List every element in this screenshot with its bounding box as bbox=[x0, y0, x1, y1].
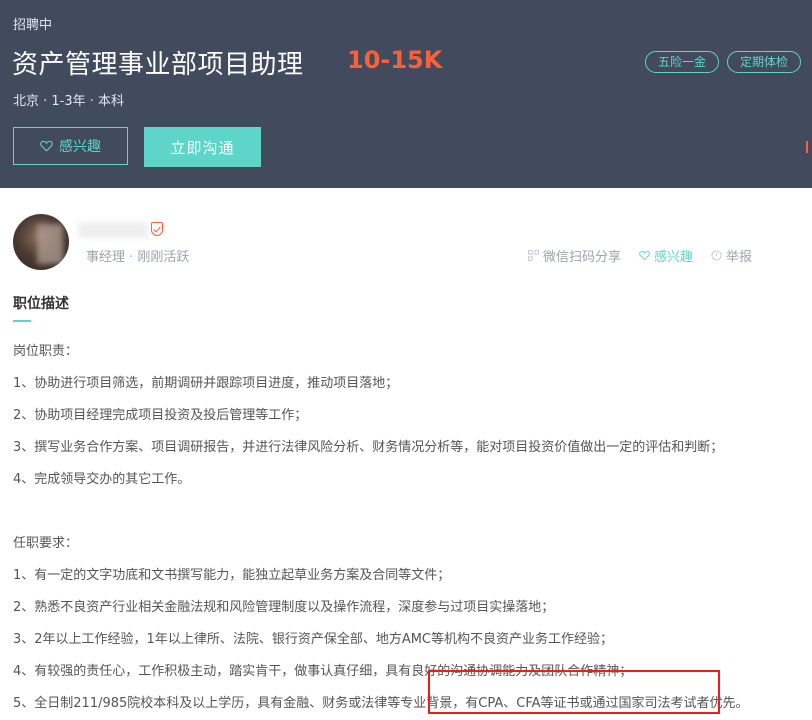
duties-heading: 岗位职责： bbox=[13, 344, 79, 359]
section-underline bbox=[13, 320, 31, 322]
share-label: 微信扫码分享 bbox=[543, 250, 622, 265]
requirement-item: 2、熟悉不良资产行业相关金融法规和风险管理制度以及操作流程，深度参与过项目实操落… bbox=[13, 600, 555, 615]
salary-range: 10-15K bbox=[347, 46, 443, 74]
verified-icon bbox=[151, 222, 163, 236]
job-title: 资产管理事业部项目助理 bbox=[12, 50, 304, 80]
avatar-blur bbox=[37, 224, 63, 264]
duty-item: 2、协助项目经理完成项目投资及投后管理等工作； bbox=[13, 408, 308, 423]
share-action[interactable]: 微信扫码分享 bbox=[528, 246, 621, 265]
qrcode-icon bbox=[528, 250, 539, 261]
recruiter-meta: 事经理 · 刚刚活跃 bbox=[86, 250, 190, 265]
section-title-job-description: 职位描述 bbox=[13, 296, 69, 312]
duty-item: 3、撰写业务合作方案、项目调研报告，并进行法律风险分析、财务情况分析等，能对项目… bbox=[13, 440, 724, 455]
job-status: 招聘中 bbox=[13, 18, 53, 33]
interested-button[interactable]: 感兴趣 bbox=[13, 127, 128, 165]
benefit-tags: 五险一金 定期体检 bbox=[645, 51, 802, 73]
recruiter-name-blurred bbox=[78, 222, 148, 238]
interested-button-label: 感兴趣 bbox=[59, 139, 101, 155]
chat-now-button[interactable]: 立即沟通 bbox=[144, 127, 261, 167]
requirement-item: 3、2年以上工作经验，1年以上律所、法院、银行资产保全部、地方AMC等机构不良资… bbox=[13, 632, 614, 647]
duty-item: 4、完成领导交办的其它工作。 bbox=[13, 472, 191, 487]
duty-item: 1、协助进行项目筛选，前期调研并跟踪项目进度，推动项目落地； bbox=[13, 376, 399, 391]
heart-icon bbox=[40, 140, 53, 152]
job-actions: 微信扫码分享 感兴趣 举报 bbox=[528, 246, 770, 265]
requirement-item: 5、全日制211/985院校本科及以上学历，具有金融、财务或法律等专业背景，有C… bbox=[13, 696, 749, 711]
requirement-item: 1、有一定的文字功底和文书撰写能力，能独立起草业务方案及合同等文件； bbox=[13, 568, 451, 583]
warning-icon bbox=[711, 250, 722, 261]
edge-icon bbox=[806, 141, 812, 153]
like-action[interactable]: 感兴趣 bbox=[639, 246, 693, 265]
heart-icon bbox=[639, 251, 650, 261]
report-action[interactable]: 举报 bbox=[711, 246, 752, 265]
benefit-tag: 定期体检 bbox=[727, 51, 802, 73]
benefit-tag: 五险一金 bbox=[645, 51, 720, 73]
like-label: 感兴趣 bbox=[654, 250, 694, 265]
requirements-heading: 任职要求： bbox=[13, 536, 79, 551]
job-header: 招聘中 资产管理事业部项目助理 10-15K 北京 · 1-3年 · 本科 五险… bbox=[0, 0, 812, 188]
requirement-item: 4、有较强的责任心，工作积极主动，踏实肯干，做事认真仔细，具有良好的沟通协调能力… bbox=[13, 664, 633, 679]
job-meta: 北京 · 1-3年 · 本科 bbox=[13, 94, 125, 109]
report-label: 举报 bbox=[726, 250, 753, 265]
recruiter-avatar[interactable] bbox=[13, 214, 69, 270]
